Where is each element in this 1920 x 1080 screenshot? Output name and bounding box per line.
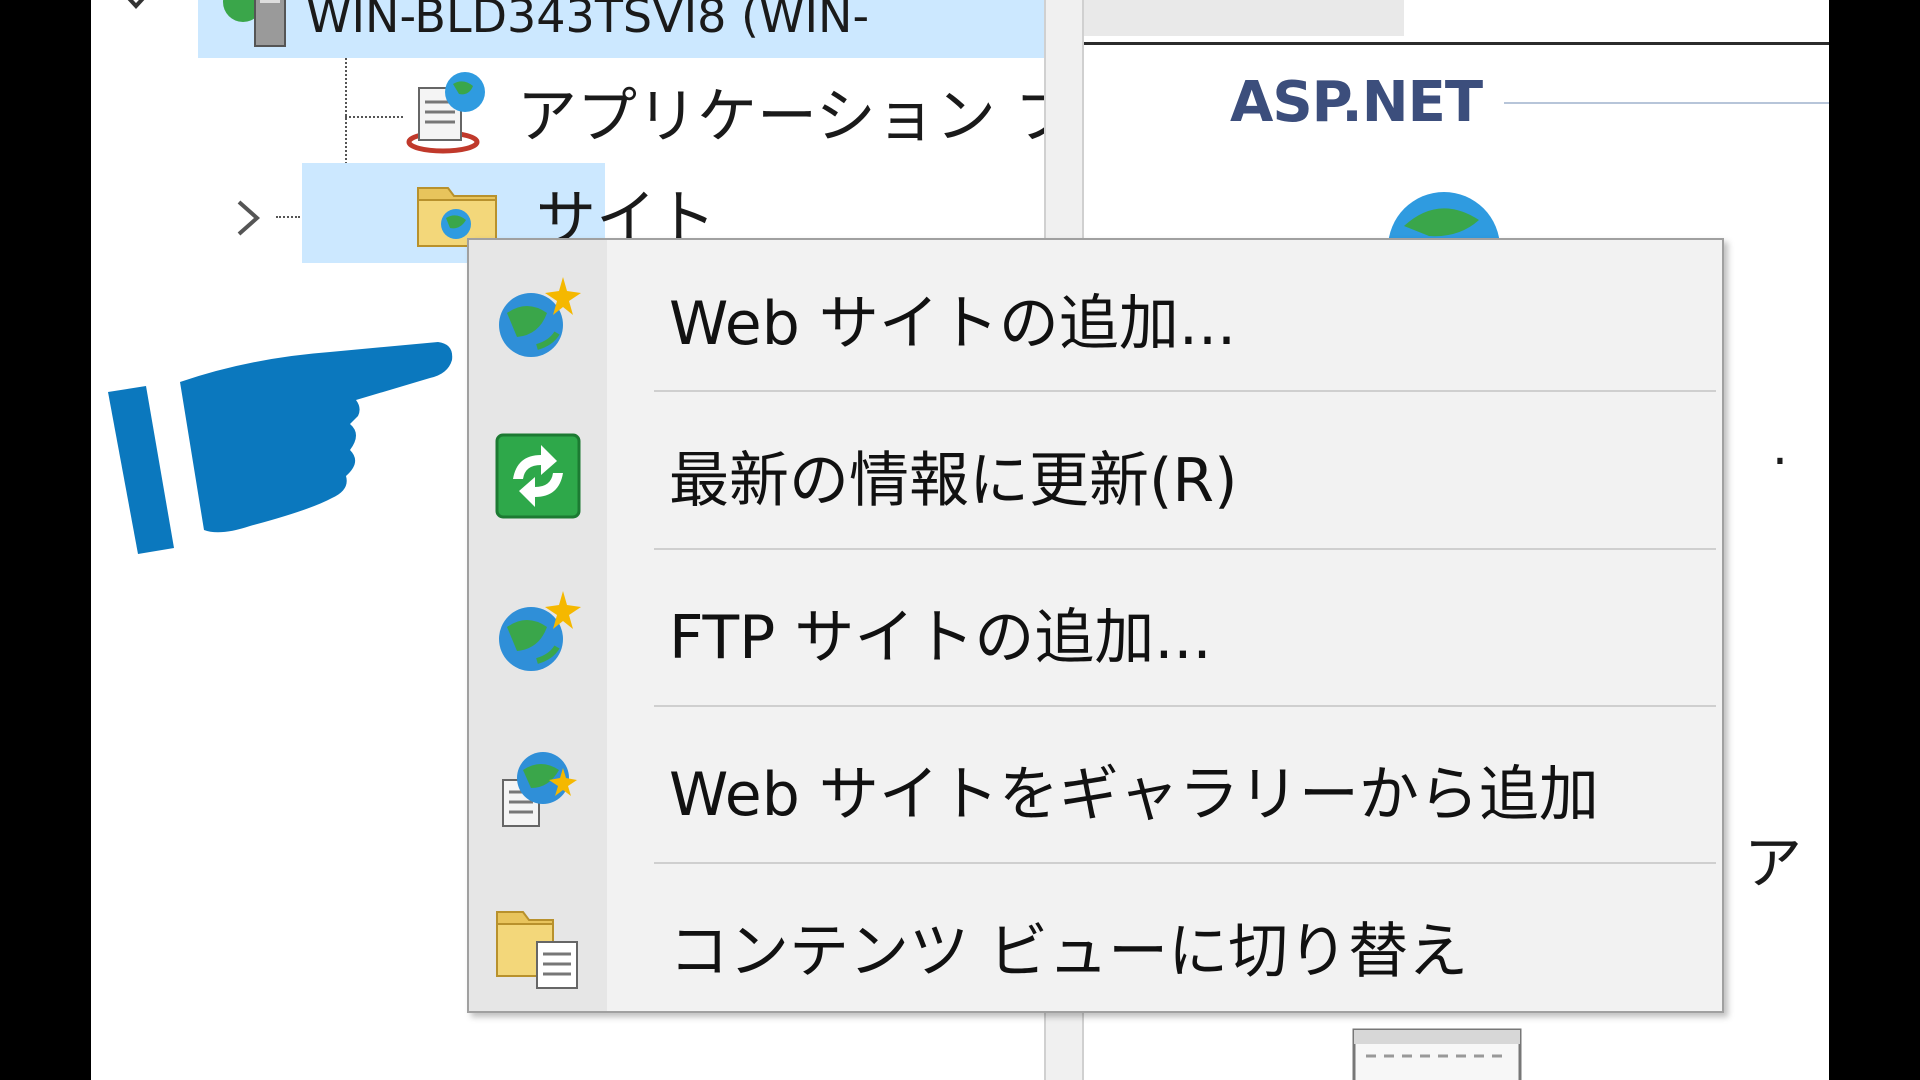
pointing-hand-icon	[108, 342, 453, 554]
menu-separator	[654, 548, 1716, 550]
application-pool-icon	[406, 72, 485, 154]
menu-separator	[654, 390, 1716, 392]
refresh-icon	[495, 433, 581, 519]
menu-item-label: FTP サイトの追加...	[669, 603, 1212, 673]
menu-item-label: Web サイトの追加...	[669, 289, 1237, 359]
menu-item-add-website-from-gallery[interactable]: Web サイトをギャラリーから追加	[469, 711, 1722, 868]
globe-icon[interactable]	[1379, 186, 1509, 246]
sites-context-menu: Web サイトの追加... 最新の情報に更新(R) FTP サイトの追加...	[467, 238, 1724, 1013]
tree-line	[276, 216, 300, 218]
menu-separator	[654, 705, 1716, 707]
feature-label-fragment: ア	[1744, 829, 1803, 897]
menu-separator	[654, 862, 1716, 864]
chevron-right-icon[interactable]	[233, 198, 263, 238]
gallery-add-icon	[502, 752, 577, 827]
window-feature-icon[interactable]	[1352, 1028, 1522, 1080]
menu-item-switch-to-content-view[interactable]: コンテンツ ビューに切り替え	[469, 868, 1722, 1025]
section-divider	[1504, 102, 1829, 104]
menu-item-add-ftp-site[interactable]: FTP サイトの追加...	[469, 554, 1722, 711]
menu-item-refresh[interactable]: 最新の情報に更新(R)	[469, 397, 1722, 554]
aspnet-section-title: ASP.NET	[1230, 70, 1483, 135]
tree-node-server[interactable]: WIN-BLD343TSVI8 (WIN-	[198, 0, 1144, 58]
menu-item-label: 最新の情報に更新(R)	[669, 446, 1238, 516]
chevron-down-icon[interactable]	[119, 0, 153, 16]
menu-item-add-website[interactable]: Web サイトの追加...	[469, 240, 1722, 397]
view-tab[interactable]	[1084, 0, 1404, 36]
globe-add-icon	[499, 277, 581, 357]
globe-add-icon	[499, 591, 581, 671]
view-tab-strip	[1084, 0, 1829, 45]
server-icon	[223, 0, 286, 47]
content-view-icon	[496, 911, 578, 989]
menu-item-label: Web サイトをギャラリーから追加	[669, 760, 1599, 830]
feature-label-fragment: .	[1772, 418, 1788, 476]
server-node-label: WIN-BLD343TSVI8 (WIN-	[306, 0, 870, 43]
menu-item-label: コンテンツ ビューに切り替え	[669, 917, 1469, 987]
